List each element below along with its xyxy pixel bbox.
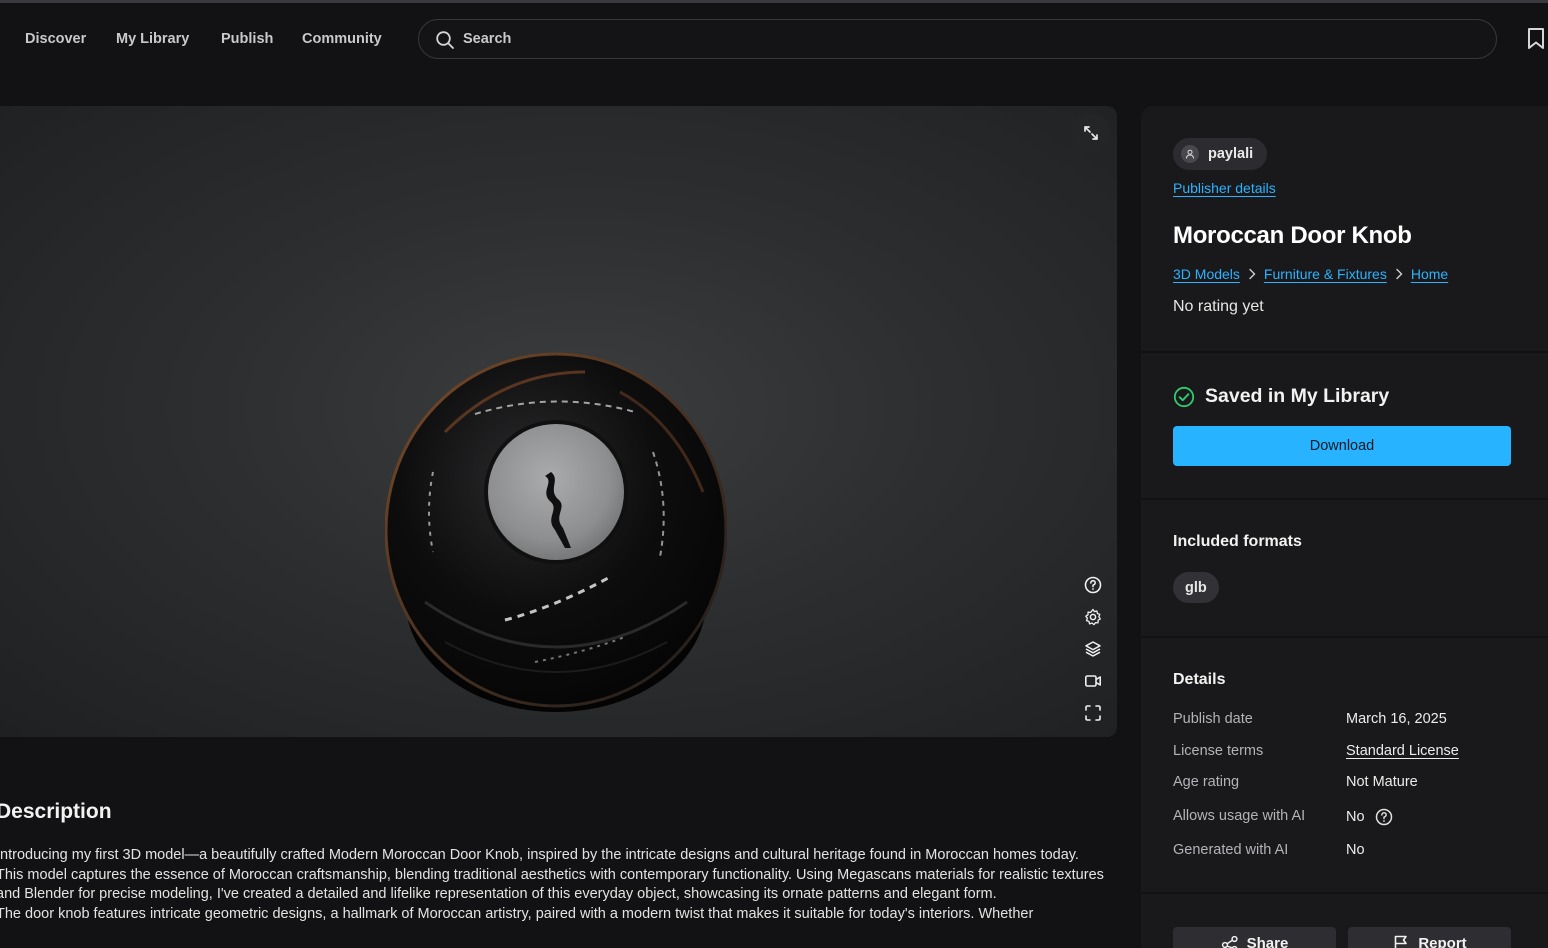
report-button[interactable]: Report xyxy=(1348,927,1511,948)
search-icon xyxy=(436,31,454,49)
page-title: Moroccan Door Knob xyxy=(1173,222,1412,249)
format-chip-glb: glb xyxy=(1173,572,1219,603)
bookmark-icon[interactable] xyxy=(1526,27,1546,51)
layers-icon xyxy=(1085,641,1101,657)
viewer-help-button[interactable] xyxy=(1083,575,1103,595)
description-paragraph: Introducing my first 3D model—a beautifu… xyxy=(0,847,1104,903)
detail-label: License terms xyxy=(1173,743,1264,759)
detail-row-license: License terms Standard License xyxy=(1173,743,1533,763)
chevron-right-icon xyxy=(1248,268,1256,280)
detail-value: March 16, 2025 xyxy=(1346,711,1447,727)
top-navigation: Discover My Library Publish Community xyxy=(0,3,1548,75)
fullscreen-icon xyxy=(1085,705,1101,721)
nav-discover[interactable]: Discover xyxy=(25,31,86,47)
model-viewer[interactable] xyxy=(0,106,1117,737)
settings-icon xyxy=(1085,608,1101,626)
detail-label: Age rating xyxy=(1173,774,1240,790)
detail-row-publish-date: Publish date March 16, 2025 xyxy=(1173,711,1533,731)
flag-icon xyxy=(1395,935,1408,948)
detail-row-generated-ai: Generated with AI No xyxy=(1173,842,1533,862)
section-divider xyxy=(1141,636,1548,638)
search-input[interactable] xyxy=(463,20,1463,58)
section-divider xyxy=(1141,351,1548,353)
detail-value: Not Mature xyxy=(1346,774,1418,790)
breadcrumb-3d-models[interactable]: 3D Models xyxy=(1173,266,1240,282)
rating-text: No rating yet xyxy=(1173,298,1264,315)
help-icon[interactable] xyxy=(1375,808,1393,826)
camera-icon xyxy=(1084,675,1101,687)
section-divider xyxy=(1141,498,1548,500)
saved-status: Saved in My Library xyxy=(1173,385,1389,408)
nav-publish[interactable]: Publish xyxy=(221,31,273,47)
search-bar[interactable] xyxy=(418,19,1497,59)
saved-status-text: Saved in My Library xyxy=(1205,385,1390,407)
detail-value: No xyxy=(1346,809,1365,825)
description-paragraph: The door knob features intricate geometr… xyxy=(0,906,1034,923)
publisher-details-link[interactable]: Publisher details xyxy=(1173,180,1276,196)
share-label: Share xyxy=(1246,934,1289,948)
viewer-fullscreen-button[interactable] xyxy=(1083,703,1103,723)
publisher-chip[interactable]: paylali xyxy=(1173,138,1268,170)
detail-row-age-rating: Age rating Not Mature xyxy=(1173,774,1533,794)
detail-row-ai-usage: Allows usage with AI No xyxy=(1173,808,1533,828)
user-icon xyxy=(1186,149,1194,159)
expand-viewer-button[interactable] xyxy=(1071,113,1111,153)
breadcrumb: 3D Models Furniture & Fixtures Home xyxy=(1173,266,1448,282)
chevron-right-icon xyxy=(1395,268,1403,280)
detail-label: Publish date xyxy=(1173,711,1253,727)
check-circle-icon xyxy=(1173,386,1195,407)
help-icon xyxy=(1084,576,1102,594)
download-button[interactable]: Download xyxy=(1173,426,1511,466)
breadcrumb-furniture-fixtures[interactable]: Furniture & Fixtures xyxy=(1264,266,1387,282)
description-heading: Description xyxy=(0,800,112,823)
details-heading: Details xyxy=(1173,671,1226,688)
viewer-layers-button[interactable] xyxy=(1083,639,1103,659)
share-button[interactable]: Share xyxy=(1173,927,1336,948)
detail-label: Allows usage with AI xyxy=(1173,808,1306,824)
asset-info-panel: paylali Publisher details Moroccan Door … xyxy=(1141,106,1548,948)
viewer-settings-button[interactable] xyxy=(1083,607,1103,627)
breadcrumb-home[interactable]: Home xyxy=(1411,266,1448,282)
detail-label: Generated with AI xyxy=(1173,842,1289,858)
door-knob-model[interactable] xyxy=(384,352,728,719)
description-body: Introducing my first 3D model—a beautifu… xyxy=(0,846,1110,925)
expand-icon xyxy=(1084,126,1098,140)
share-icon xyxy=(1221,935,1238,948)
nav-my-library[interactable]: My Library xyxy=(116,31,189,47)
viewer-camera-button[interactable] xyxy=(1083,671,1103,691)
report-label: Report xyxy=(1418,934,1467,948)
detail-value-wrap: No xyxy=(1346,808,1393,826)
formats-heading: Included formats xyxy=(1173,533,1302,550)
detail-value: No xyxy=(1346,842,1365,858)
nav-community[interactable]: Community xyxy=(302,31,382,47)
section-divider xyxy=(1141,892,1548,894)
publisher-name: paylali xyxy=(1208,146,1254,162)
license-link[interactable]: Standard License xyxy=(1346,743,1459,759)
avatar xyxy=(1181,145,1199,163)
